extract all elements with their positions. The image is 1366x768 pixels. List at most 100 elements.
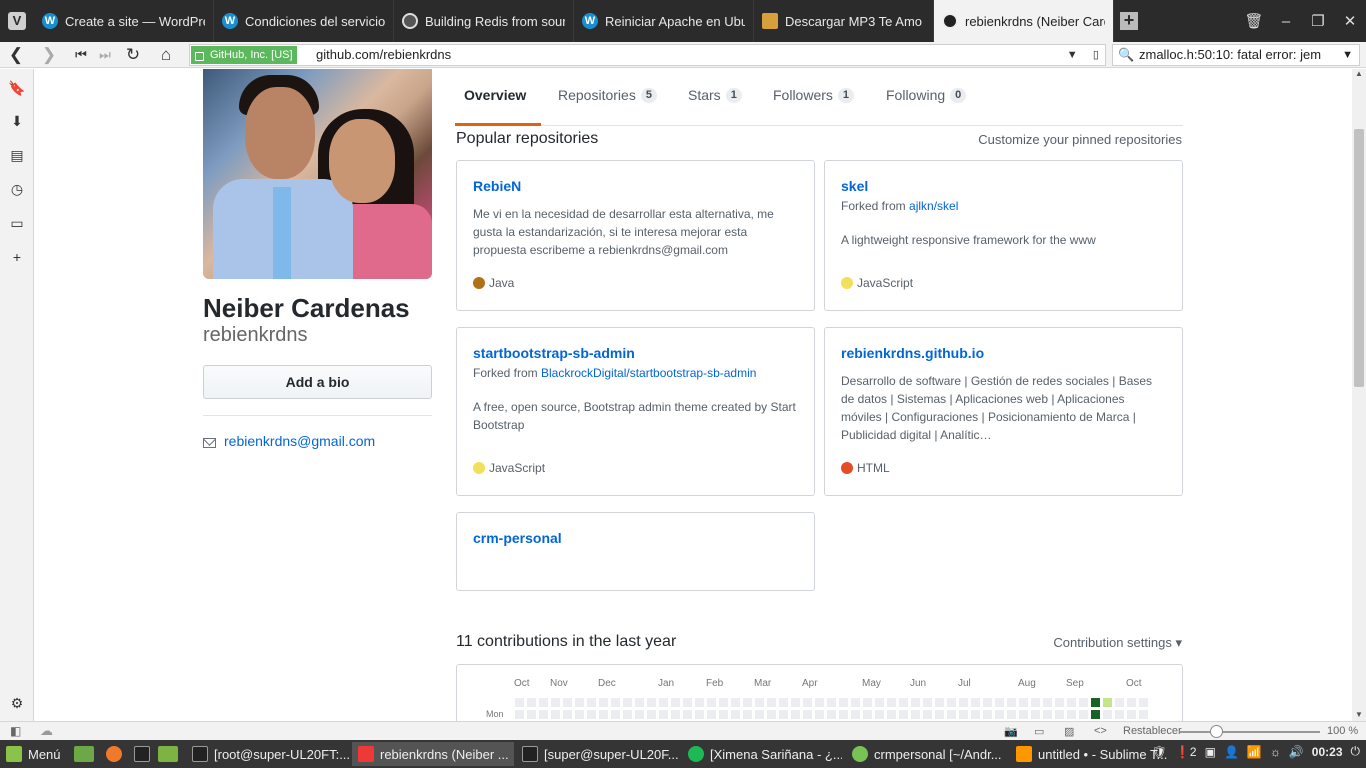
contribution-cell[interactable] xyxy=(1007,710,1016,719)
contribution-cell[interactable] xyxy=(1019,710,1028,719)
contribution-cell[interactable] xyxy=(1007,698,1016,707)
browser-tab[interactable]: WCreate a site — WordPress xyxy=(34,0,214,42)
contribution-cell[interactable] xyxy=(959,710,968,719)
user-icon[interactable]: 👤 xyxy=(1224,745,1239,759)
brightness-icon[interactable]: ☼ xyxy=(1270,745,1281,759)
vivaldi-menu-button[interactable]: V xyxy=(0,0,34,42)
forked-from-link[interactable]: BlackrockDigital/startbootstrap-sb-admin xyxy=(541,366,756,380)
contribution-cell[interactable] xyxy=(923,698,932,707)
contribution-cell[interactable] xyxy=(875,710,884,719)
contribution-cell[interactable] xyxy=(575,698,584,707)
contribution-cell[interactable] xyxy=(1127,710,1136,719)
repo-name-link[interactable]: RebieN xyxy=(473,178,521,194)
browser-tab[interactable]: Building Redis from source xyxy=(394,0,574,42)
contribution-cell[interactable] xyxy=(815,698,824,707)
settings-icon[interactable]: ⚙ xyxy=(8,694,26,712)
contribution-cell[interactable] xyxy=(863,698,872,707)
contribution-cell[interactable] xyxy=(971,698,980,707)
url-dropdown-icon[interactable]: ▼ ▯ xyxy=(1067,45,1099,65)
contribution-cell[interactable] xyxy=(635,698,644,707)
contribution-cell[interactable] xyxy=(1139,710,1148,719)
back-button[interactable]: ❮ xyxy=(5,45,27,65)
contribution-cell[interactable] xyxy=(1067,710,1076,719)
avatar[interactable] xyxy=(203,69,432,279)
contribution-cell[interactable] xyxy=(623,698,632,707)
history-icon[interactable]: ◷ xyxy=(8,180,26,198)
contribution-cell[interactable] xyxy=(995,710,1004,719)
contribution-cell[interactable] xyxy=(1055,698,1064,707)
contribution-cell[interactable] xyxy=(707,710,716,719)
contribution-cell[interactable] xyxy=(647,710,656,719)
contribution-cell[interactable] xyxy=(779,698,788,707)
window-panel-icon[interactable]: ▭ xyxy=(8,214,26,232)
taskbar-window-active[interactable]: rebienkrdns (Neiber ... xyxy=(352,742,514,766)
contribution-cell[interactable] xyxy=(839,698,848,707)
contribution-cell[interactable] xyxy=(959,698,968,707)
contribution-cell[interactable] xyxy=(911,698,920,707)
browser-tab[interactable]: WReiniciar Apache en Ubuntu xyxy=(574,0,754,42)
repo-name-link[interactable]: startbootstrap-sb-admin xyxy=(473,345,635,361)
contribution-cell[interactable] xyxy=(935,710,944,719)
contribution-cell[interactable] xyxy=(1043,698,1052,707)
contribution-cell[interactable] xyxy=(791,710,800,719)
contribution-cell[interactable] xyxy=(743,710,752,719)
contribution-cell[interactable] xyxy=(659,698,668,707)
contribution-cell[interactable] xyxy=(779,710,788,719)
forward-button[interactable]: ❯ xyxy=(38,45,60,65)
taskbar-window[interactable]: [super@super-UL20F... xyxy=(516,742,680,766)
volume-icon[interactable]: 🔊 xyxy=(1289,745,1304,759)
downloads-icon[interactable]: ⬇ xyxy=(8,112,26,130)
contribution-cell[interactable] xyxy=(1115,698,1124,707)
contribution-cell[interactable] xyxy=(755,710,764,719)
contribution-cell[interactable] xyxy=(683,710,692,719)
contribution-cell[interactable] xyxy=(539,710,548,719)
contribution-cell[interactable] xyxy=(1031,698,1040,707)
firefox-launcher[interactable] xyxy=(106,744,128,764)
contribution-cell[interactable] xyxy=(671,698,680,707)
scrollbar-thumb[interactable] xyxy=(1354,129,1364,387)
contribution-cell[interactable] xyxy=(1055,710,1064,719)
scroll-down-icon[interactable]: ▼ xyxy=(1355,710,1363,719)
notification-icon[interactable]: ❗2 xyxy=(1175,745,1197,759)
certificate-badge[interactable]: GitHub, Inc. [US] xyxy=(191,46,297,64)
camera-icon[interactable]: 📷 xyxy=(1004,725,1018,738)
contribution-cell[interactable] xyxy=(887,710,896,719)
page-scrollbar[interactable]: ▲ ▼ xyxy=(1352,69,1366,721)
contribution-cell[interactable] xyxy=(899,710,908,719)
contribution-cell[interactable] xyxy=(827,710,836,719)
contribution-cell[interactable] xyxy=(707,698,716,707)
tab-repositories[interactable]: Repositories 5 xyxy=(558,87,657,103)
contribution-cell[interactable] xyxy=(815,710,824,719)
zoom-slider-handle[interactable] xyxy=(1210,725,1223,738)
contribution-cell[interactable] xyxy=(719,698,728,707)
contribution-cell[interactable] xyxy=(887,698,896,707)
terminal-launcher[interactable] xyxy=(134,744,156,764)
contribution-cell[interactable] xyxy=(587,710,596,719)
files-launcher[interactable] xyxy=(158,744,184,764)
contribution-cell[interactable] xyxy=(1091,710,1100,719)
fast-forward-button[interactable]: ⏭ xyxy=(94,45,116,65)
contribution-cell[interactable] xyxy=(683,698,692,707)
contribution-cell[interactable] xyxy=(515,698,524,707)
new-tab-button[interactable]: + xyxy=(1114,0,1144,42)
contribution-cell[interactable] xyxy=(587,698,596,707)
panel-toggle-icon[interactable]: ◧ xyxy=(10,724,21,738)
contribution-cell[interactable] xyxy=(611,698,620,707)
contribution-cell[interactable] xyxy=(923,710,932,719)
contribution-cell[interactable] xyxy=(743,698,752,707)
contribution-cell[interactable] xyxy=(527,710,536,719)
contribution-cell[interactable] xyxy=(1043,710,1052,719)
tab-followers[interactable]: Followers 1 xyxy=(773,87,855,103)
contribution-cell[interactable] xyxy=(1079,698,1088,707)
add-bio-button[interactable]: Add a bio xyxy=(203,365,432,399)
contribution-settings-dropdown[interactable]: Contribution settings ▾ xyxy=(1053,635,1182,651)
contribution-cell[interactable] xyxy=(1079,710,1088,719)
restore-button[interactable]: ❐ xyxy=(1302,12,1334,30)
taskbar-window[interactable]: untitled • - Sublime T... xyxy=(1010,742,1170,766)
contribution-cell[interactable] xyxy=(947,698,956,707)
rewind-button[interactable]: ⏮ xyxy=(70,45,92,65)
profile-email[interactable]: rebienkrdns@gmail.com xyxy=(203,433,375,449)
contribution-cell[interactable] xyxy=(551,698,560,707)
zoom-slider[interactable] xyxy=(1180,731,1320,733)
contribution-cell[interactable] xyxy=(1103,710,1112,719)
